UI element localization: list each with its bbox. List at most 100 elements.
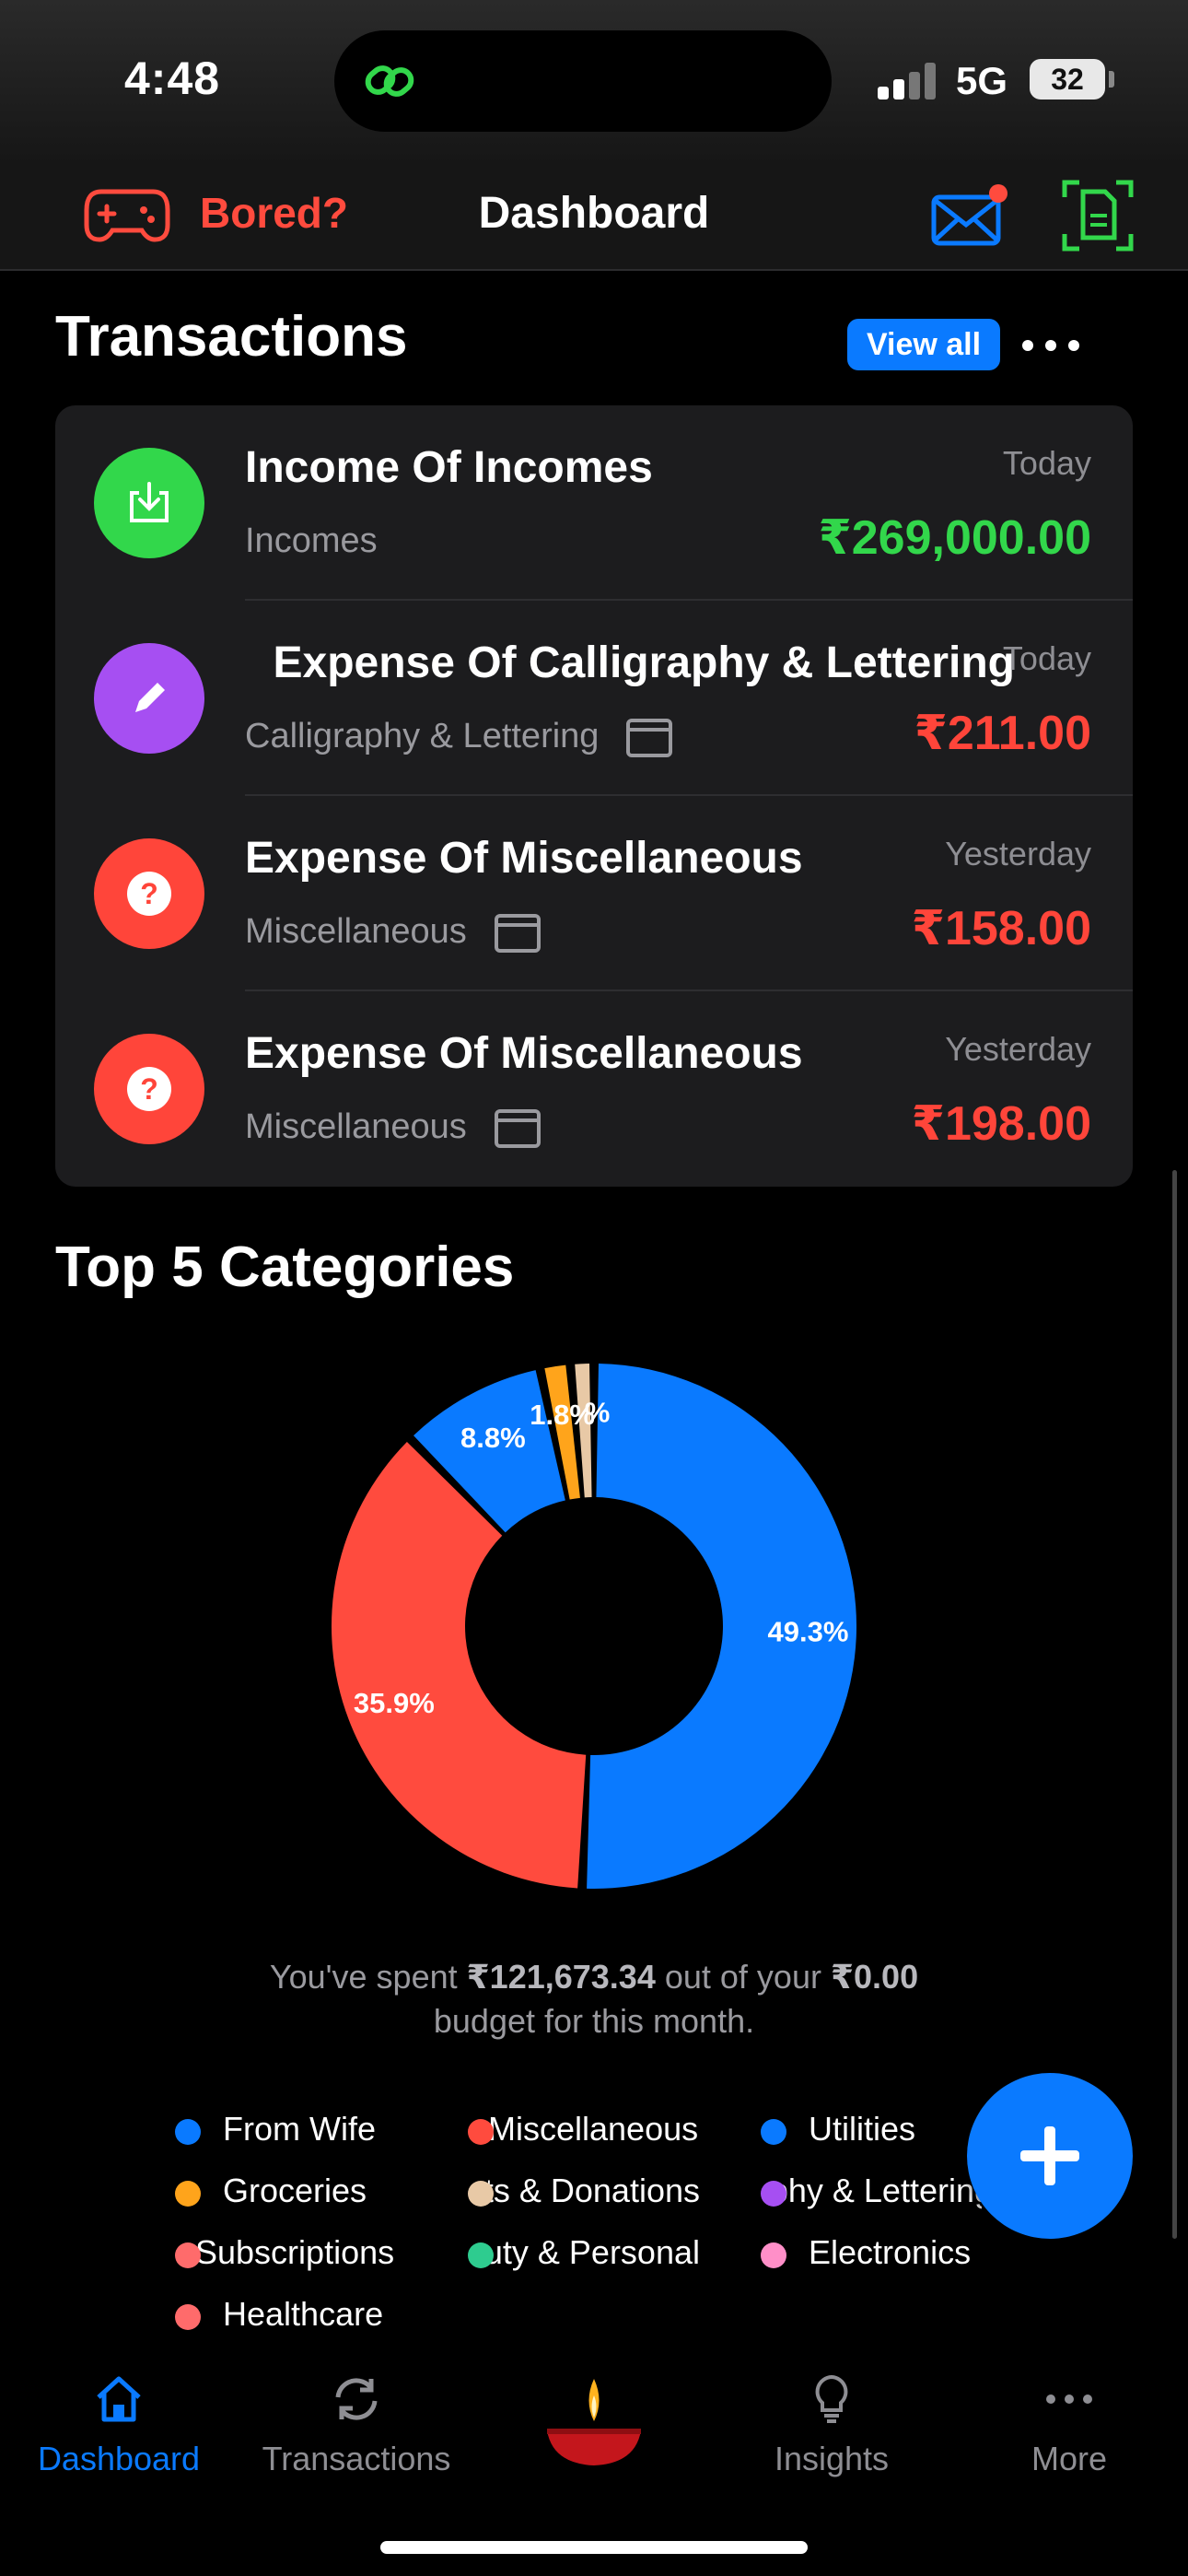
legend-item[interactable]: Healthcare (175, 2291, 451, 2337)
svg-text:?: ? (140, 1072, 158, 1106)
legend-label: Electronics (809, 2233, 972, 2271)
legend-label: Subscriptions (195, 2233, 395, 2271)
transaction-title-container: Expense Of Calligraphy & Lettering (214, 638, 1016, 697)
legend-dot (468, 2119, 494, 2145)
legend-item[interactable]: From Wife (175, 2106, 451, 2152)
transaction-amount: ₹158.00 (911, 902, 1091, 955)
donut-value-label: % (585, 1397, 611, 1429)
card-icon (494, 913, 541, 953)
transaction-category: Incomes (245, 521, 378, 561)
question-icon: ? (94, 838, 204, 949)
donut-slice-miscellaneous[interactable] (332, 1442, 587, 1889)
transaction-title: Income Of Incomes (245, 443, 653, 492)
legend-label: Miscellaneous (488, 2110, 699, 2148)
tab-transactions[interactable]: Transactions (238, 2359, 475, 2506)
legend-dot (761, 2119, 786, 2145)
view-all-button[interactable]: View all (847, 319, 1000, 370)
mail-icon[interactable] (928, 181, 1011, 254)
tab-dashboard[interactable]: Dashboard (0, 2359, 238, 2506)
transaction-date: Today (1002, 639, 1091, 677)
lightbulb-icon (815, 2374, 848, 2423)
dynamic-island (334, 30, 832, 132)
transaction-title: Expense Of Miscellaneous (245, 1029, 803, 1078)
tab-label: Transactions (262, 2440, 451, 2477)
battery-icon: 32 (1030, 59, 1105, 100)
legend-item[interactable]: Utilities (761, 2106, 982, 2152)
transaction-amount: ₹269,000.00 (818, 511, 1091, 565)
transaction-category-label: Miscellaneous (245, 1107, 467, 1146)
transaction-category: Miscellaneous (245, 912, 541, 953)
transaction-date: Yesterday (945, 1030, 1091, 1068)
donut-value-label: 35.9% (354, 1687, 435, 1719)
transaction-amount: ₹211.00 (914, 707, 1091, 760)
add-transaction-button[interactable] (967, 2073, 1133, 2239)
more-icon (1046, 2395, 1092, 2404)
transaction-title: Expense Of Calligraphy & Lettering (273, 638, 1016, 687)
legend-dot (761, 2181, 786, 2207)
scan-document-icon[interactable] (1059, 177, 1136, 254)
download-icon (94, 448, 204, 558)
legend-item[interactable]: Gifts & Donations (468, 2168, 744, 2214)
transaction-category-label: Incomes (245, 521, 378, 560)
spent-middle: out of your (655, 1958, 831, 1996)
app-header: Bored? Dashboard (0, 166, 1188, 271)
network-type: 5G (956, 59, 1008, 102)
transaction-category-label: Calligraphy & Lettering (245, 717, 600, 755)
transaction-category-label: Miscellaneous (245, 912, 467, 951)
signal-icon (878, 63, 937, 100)
tab-more[interactable]: More (950, 2359, 1188, 2506)
more-options-icon[interactable] (1020, 332, 1081, 359)
transactions-title: Transactions (55, 305, 408, 369)
battery-tip (1109, 71, 1114, 88)
legend-item[interactable]: Calligraphy & Lettering (761, 2168, 982, 2214)
transaction-row[interactable]: Expense Of Calligraphy & Lettering Today… (55, 601, 1133, 796)
tab-label: More (1031, 2440, 1108, 2477)
legend-item[interactable]: Miscellaneous (468, 2106, 744, 2152)
legend-item[interactable]: Electronics (761, 2230, 982, 2276)
legend-dot (761, 2242, 786, 2268)
card-icon (494, 1108, 541, 1148)
status-bar: 4:48 5G 32 (0, 0, 1188, 166)
transaction-amount: ₹198.00 (911, 1097, 1091, 1151)
tab-insights[interactable]: Insights (713, 2359, 950, 2506)
spent-amount: ₹121,673.34 (466, 1958, 656, 1996)
legend-item[interactable]: Groceries (175, 2168, 451, 2214)
legend-label: Calligraphy & Lettering (781, 2172, 982, 2209)
transaction-date: Yesterday (945, 835, 1091, 872)
transaction-row[interactable]: ? Expense Of Miscellaneous Yesterday Mis… (55, 796, 1133, 991)
transaction-date: Today (1002, 444, 1091, 482)
legend-label: Gifts & Donations (488, 2172, 700, 2209)
legend-item[interactable]: Beauty & Personal (468, 2230, 744, 2276)
legend-dot (175, 2181, 201, 2207)
transaction-category: Miscellaneous (245, 1107, 541, 1148)
card-icon (626, 718, 673, 757)
categories-donut-chart[interactable]: 49.3%35.9%8.8%1.8%% (332, 1364, 856, 1889)
legend-dot (175, 2242, 201, 2268)
budget-amount: ₹0.00 (830, 1958, 919, 1996)
spent-suffix: budget for this month. (433, 2002, 755, 2040)
home-icon (97, 2376, 141, 2422)
legend-item[interactable]: Subscriptions (175, 2230, 451, 2276)
transaction-title: Expense Of Miscellaneous (245, 834, 803, 883)
transactions-list: Income Of Incomes Today Incomes ₹269,000… (55, 405, 1133, 1187)
svg-text:?: ? (140, 877, 158, 910)
transaction-row[interactable]: Income Of Incomes Today Incomes ₹269,000… (55, 405, 1133, 601)
legend-label: Healthcare (223, 2295, 384, 2333)
legend-label: Beauty & Personal (488, 2233, 700, 2271)
donut-value-label: 49.3% (767, 1615, 848, 1647)
legend-label: Utilities (809, 2110, 916, 2148)
link-icon (365, 65, 414, 97)
legend-dot (175, 2119, 201, 2145)
refresh-icon (335, 2378, 378, 2420)
scroll-indicator (1172, 1170, 1177, 2239)
tab-diya[interactable] (475, 2359, 713, 2506)
diya-icon (547, 2379, 641, 2465)
tab-label: Dashboard (37, 2440, 201, 2477)
tab-label: Insights (774, 2440, 890, 2477)
legend-dot (468, 2242, 494, 2268)
home-indicator (380, 2541, 808, 2554)
legend-dot (468, 2181, 494, 2207)
legend-dot (175, 2304, 201, 2330)
transaction-row[interactable]: ? Expense Of Miscellaneous Yesterday Mis… (55, 991, 1133, 1187)
spent-prefix: You've spent (269, 1958, 467, 1996)
